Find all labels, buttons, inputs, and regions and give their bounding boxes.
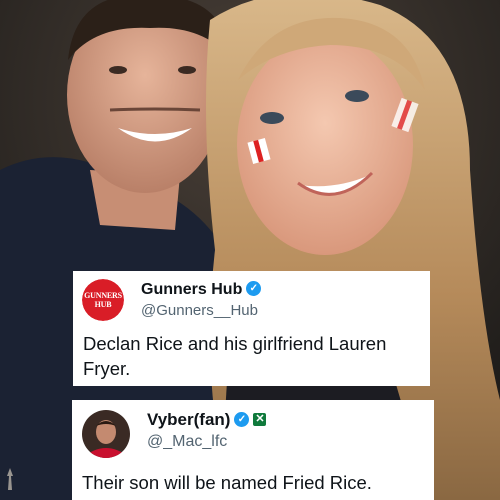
display-name[interactable]: Vyber(fan) ✓ ✕ [147, 410, 267, 430]
tweet-text: Declan Rice and his girlfriend Lauren Fr… [83, 333, 387, 379]
verified-badge-icon: ✓ [234, 412, 250, 428]
verified-badge-icon: ✓ [246, 281, 262, 297]
gunners-hub-logo-icon: GUNNERS HUB [82, 279, 124, 321]
tweet-card-vyber[interactable]: Vyber(fan) ✓ ✕ @_Mac_lfc Their son will be… [72, 400, 434, 500]
avatar[interactable]: GUNNERS HUB [82, 279, 124, 321]
display-name-text[interactable]: Gunners Hub [141, 281, 242, 298]
tweet-text: Their son will be named Fried Rice. [82, 472, 372, 493]
display-name[interactable]: Gunners Hub ✓ [141, 281, 262, 299]
tweet-card-gunners-hub[interactable]: GUNNERS HUB Gunners Hub ✓ @Gunners__Hub D… [73, 271, 430, 386]
user-photo-icon [82, 410, 130, 458]
cannon-watermark-icon [7, 468, 13, 490]
avatar[interactable] [82, 410, 130, 458]
logo-text-line1: GUNNERS [84, 291, 122, 300]
user-handle[interactable]: @Gunners__Hub [141, 302, 258, 319]
user-handle[interactable]: @_Mac_lfc [147, 433, 227, 451]
display-name-text[interactable]: Vyber(fan) [147, 410, 230, 429]
green-x-badge-icon: ✕ [253, 413, 267, 427]
logo-text-line2: HUB [94, 300, 112, 309]
